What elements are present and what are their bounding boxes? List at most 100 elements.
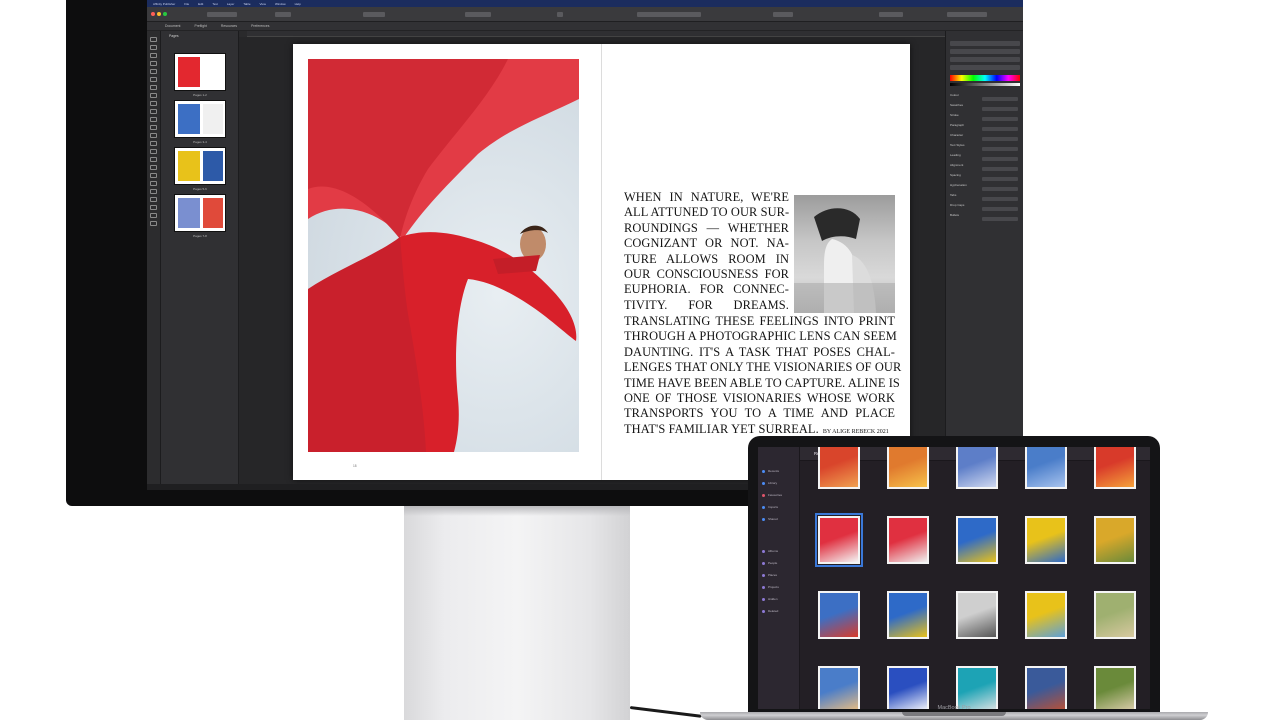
zoom-control[interactable]	[637, 12, 701, 17]
persona-switcher[interactable]	[207, 12, 237, 17]
snapping-button[interactable]	[363, 12, 385, 17]
photo-thumbnail[interactable]	[1094, 666, 1136, 709]
panel-field[interactable]	[982, 177, 1018, 181]
panel-slider[interactable]	[950, 41, 1020, 46]
tool-button[interactable]	[150, 53, 157, 58]
panel-slider[interactable]	[950, 49, 1020, 54]
tool-button[interactable]	[150, 69, 157, 74]
tool-button[interactable]	[150, 125, 157, 130]
photo-tile[interactable]	[808, 591, 870, 642]
photo-thumbnail[interactable]	[956, 516, 998, 564]
photo-thumbnail[interactable]	[956, 666, 998, 709]
panel-field[interactable]	[982, 167, 1018, 171]
tool-button[interactable]	[150, 221, 157, 226]
panel-field[interactable]	[982, 117, 1018, 121]
photos-sidebar-item[interactable]: Deleted	[768, 609, 778, 613]
photos-sidebar-item[interactable]: Library	[768, 481, 777, 485]
photos-sidebar-item[interactable]: Hidden	[768, 597, 778, 601]
photo-thumbnail[interactable]	[887, 447, 929, 489]
panel-section-label[interactable]: Stroke	[950, 113, 959, 117]
inset-photo-bw[interactable]	[794, 195, 895, 313]
window-controls[interactable]	[151, 12, 167, 16]
menu-item[interactable]: Text	[212, 2, 218, 6]
panel-section-label[interactable]: Bullets	[950, 213, 959, 217]
panel-field[interactable]	[982, 157, 1018, 161]
panel-field[interactable]	[982, 147, 1018, 151]
photo-tile[interactable]	[1015, 516, 1077, 567]
photos-sidebar-item[interactable]: Favourites	[768, 493, 782, 497]
photo-tile[interactable]	[808, 447, 870, 492]
panel-section-label[interactable]: Colour	[950, 93, 959, 97]
page-thumbnail[interactable]	[174, 53, 226, 91]
photo-tile[interactable]	[877, 516, 939, 567]
page-thumbnail[interactable]	[174, 100, 226, 138]
tool-button[interactable]	[150, 181, 157, 186]
photo-tile[interactable]	[808, 666, 870, 709]
colour-spectrum[interactable]	[950, 75, 1020, 81]
tool-button[interactable]	[150, 173, 157, 178]
tool-button[interactable]	[150, 117, 157, 122]
photo-thumbnail[interactable]	[1094, 516, 1136, 564]
panel-section-label[interactable]: Tabs	[950, 193, 956, 197]
tool-button[interactable]	[150, 165, 157, 170]
photo-thumbnail[interactable]	[818, 447, 860, 489]
tool-button[interactable]	[150, 213, 157, 218]
menu-item[interactable]: Window	[275, 2, 286, 6]
photo-thumbnail[interactable]	[1025, 447, 1067, 489]
photo-tile[interactable]	[808, 513, 870, 567]
document-tab[interactable]: Preflight	[194, 24, 206, 28]
panel-section-label[interactable]: Paragraph	[950, 123, 964, 127]
panel-field[interactable]	[982, 127, 1018, 131]
tool-button[interactable]	[150, 205, 157, 210]
tool-button[interactable]	[150, 37, 157, 42]
panel-section-label[interactable]: Spacing	[950, 173, 961, 177]
document-tab[interactable]: Preferences	[251, 24, 269, 28]
arrange-button[interactable]	[773, 12, 793, 17]
photo-thumbnail[interactable]	[956, 447, 998, 489]
page-thumbnail[interactable]	[174, 194, 226, 232]
photo-tile[interactable]	[877, 591, 939, 642]
photo-thumbnail[interactable]	[1025, 666, 1067, 709]
photos-sidebar-item[interactable]: People	[768, 561, 777, 565]
menu-item[interactable]: Affinity Publisher	[153, 2, 175, 6]
tool-button[interactable]	[150, 109, 157, 114]
photo-tile[interactable]	[946, 447, 1008, 492]
photo-thumbnail[interactable]	[887, 591, 929, 639]
panel-field[interactable]	[982, 137, 1018, 141]
tool-button[interactable]	[150, 141, 157, 146]
panel-field[interactable]	[982, 107, 1018, 111]
menu-item[interactable]: Edit	[198, 2, 203, 6]
tool-button[interactable]	[150, 149, 157, 154]
photo-thumbnail[interactable]	[1094, 447, 1136, 489]
panel-field[interactable]	[982, 197, 1018, 201]
panel-field[interactable]	[982, 97, 1018, 101]
grey-ramp[interactable]	[950, 83, 1020, 86]
panel-field[interactable]	[982, 217, 1018, 221]
photos-sidebar-item[interactable]: Shared	[768, 517, 778, 521]
tool-button[interactable]	[150, 85, 157, 90]
menu-item[interactable]: Layer	[227, 2, 235, 6]
zoom-icon[interactable]	[163, 12, 167, 16]
view-mode-button[interactable]	[275, 12, 291, 17]
photo-thumbnail[interactable]	[1094, 591, 1136, 639]
panel-slider[interactable]	[950, 57, 1020, 62]
panel-section-label[interactable]: Leading	[950, 153, 961, 157]
photo-tile[interactable]	[1084, 666, 1146, 709]
panel-section-label[interactable]: Swatches	[950, 103, 963, 107]
photos-sidebar-item[interactable]: Recents	[768, 469, 779, 473]
document-tab[interactable]: Document	[165, 24, 180, 28]
document-tab[interactable]: Resources	[221, 24, 237, 28]
photo-tile[interactable]	[877, 666, 939, 709]
menu-item[interactable]: Help	[295, 2, 301, 6]
photo-thumbnail[interactable]	[1025, 516, 1067, 564]
tool-button[interactable]	[150, 197, 157, 202]
photos-sidebar-item[interactable]: Projects	[768, 585, 779, 589]
minimize-icon[interactable]	[157, 12, 161, 16]
document-spread[interactable]: 18 WHEN IN NATURE, WE'RE ALL ATTUNED TO O…	[293, 44, 910, 480]
tool-button[interactable]	[150, 101, 157, 106]
body-text-column-top[interactable]: WHEN IN NATURE, WE'RE ALL ATTUNED TO OUR …	[624, 190, 789, 313]
photos-sidebar-item[interactable]: Albums	[768, 549, 778, 553]
panel-section-label[interactable]: Drop Caps	[950, 203, 964, 207]
photo-thumbnail[interactable]	[815, 513, 863, 567]
panel-slider[interactable]	[950, 65, 1020, 70]
